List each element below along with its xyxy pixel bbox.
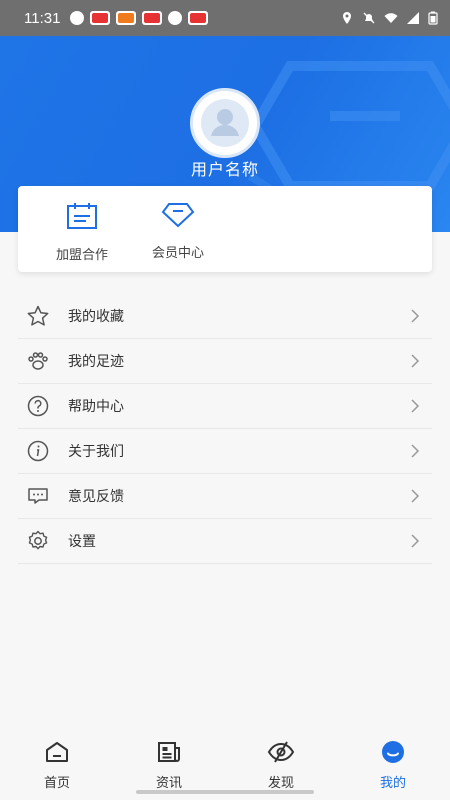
wifi-icon (384, 13, 398, 23)
chevron-right-icon (411, 534, 420, 548)
help-icon (27, 395, 49, 417)
menu-item-favorites[interactable]: 我的收藏 (18, 294, 432, 339)
notification-app-icon (142, 11, 163, 25)
quick-action-label: 会员中心 (151, 246, 204, 261)
quick-action-label: 加盟合作 (55, 248, 108, 263)
settings-menu: 我的收藏 我的足迹 帮助中心 关于我们 意见反馈 设置 (18, 294, 432, 564)
chevron-right-icon (411, 399, 420, 413)
battery-icon (428, 11, 438, 25)
paw-icon (28, 352, 48, 370)
notification-app-icon (90, 11, 111, 25)
notification-app-icon (188, 11, 209, 25)
profile-icon (382, 741, 404, 763)
tab-label: 我的 (379, 776, 406, 791)
signal-icon (407, 12, 419, 24)
tab-label: 资讯 (155, 776, 182, 791)
menu-item-label: 设置 (68, 534, 96, 550)
notification-app-icon (116, 11, 137, 25)
menu-item-footprints[interactable]: 我的足迹 (18, 339, 432, 384)
tab-label: 发现 (267, 776, 294, 791)
chevron-right-icon (411, 309, 420, 323)
feedback-icon (28, 488, 48, 504)
menu-item-label: 关于我们 (68, 444, 124, 460)
tab-home[interactable]: 首页 (27, 740, 87, 791)
home-icon (46, 742, 68, 762)
join-cooperation-button[interactable]: 加盟合作 (42, 202, 122, 263)
status-time: 11:31 (24, 9, 61, 27)
notification-app-icon (168, 11, 183, 25)
tab-label: 首页 (43, 776, 70, 791)
chevron-right-icon (411, 444, 420, 458)
menu-item-label: 意见反馈 (68, 489, 124, 505)
menu-item-label: 我的足迹 (68, 354, 124, 370)
home-indicator[interactable] (136, 790, 314, 794)
quick-actions-card: 加盟合作 会员中心 (18, 186, 432, 272)
menu-item-label: 我的收藏 (68, 309, 124, 325)
location-icon (343, 12, 351, 24)
menu-item-settings[interactable]: 设置 (18, 519, 432, 564)
mute-icon (363, 12, 375, 24)
username[interactable]: 用户名称 (0, 156, 450, 180)
avatar[interactable] (190, 88, 260, 158)
tab-mine[interactable]: 我的 (363, 740, 423, 791)
star-icon (27, 305, 49, 326)
menu-item-about[interactable]: 关于我们 (18, 429, 432, 474)
notification-app-icon (70, 11, 85, 25)
status-bar: 11:31 (0, 0, 450, 36)
calendar-icon (67, 203, 97, 229)
member-center-button[interactable]: 会员中心 (138, 202, 218, 261)
tab-news[interactable]: 资讯 (139, 740, 199, 791)
info-icon (27, 440, 49, 462)
tab-discover[interactable]: 发现 (251, 740, 311, 791)
chevron-right-icon (411, 354, 420, 368)
status-indicators (340, 11, 438, 25)
menu-item-help[interactable]: 帮助中心 (18, 384, 432, 429)
menu-item-label: 帮助中心 (68, 399, 124, 415)
settings-icon (28, 530, 48, 550)
user-avatar-icon (201, 99, 249, 147)
menu-item-feedback[interactable]: 意见反馈 (18, 474, 432, 519)
chevron-right-icon (411, 489, 420, 503)
diamond-icon (161, 203, 195, 228)
discover-icon (267, 741, 295, 763)
news-icon (158, 742, 180, 762)
